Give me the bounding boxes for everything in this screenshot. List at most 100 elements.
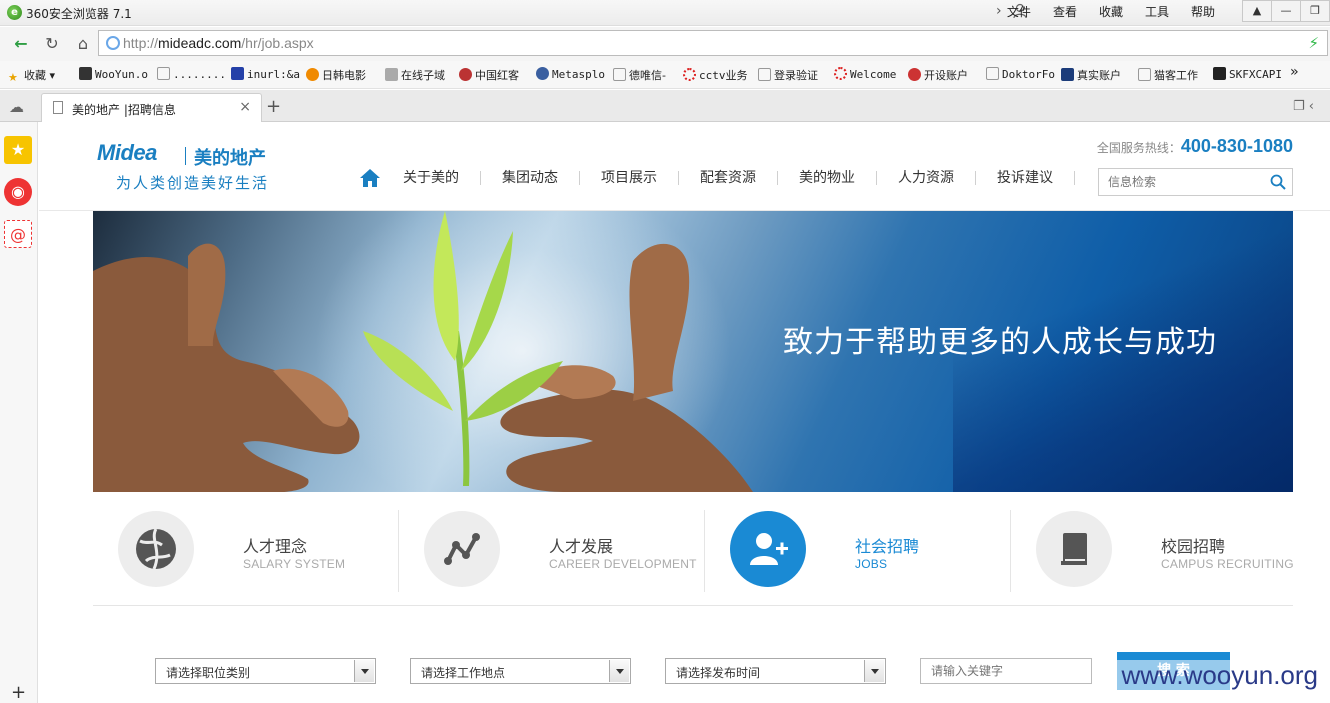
document-icon	[53, 101, 63, 114]
nav-about[interactable]: 关于美的	[403, 171, 481, 185]
logo-chinese-name: 美的地产	[194, 148, 266, 169]
home-icon[interactable]: ⌂	[72, 33, 94, 55]
nav-complaints[interactable]: 投诉建议	[976, 171, 1075, 185]
feature-subtitle: JOBS	[855, 557, 888, 571]
nav-projects[interactable]: 项目展示	[580, 171, 679, 185]
dropdown-arrow-icon[interactable]	[354, 660, 374, 682]
bookmark-item[interactable]: ........	[157, 67, 226, 81]
location-select[interactable]: 请选择工作地点	[410, 658, 631, 684]
site-search-input[interactable]	[1100, 170, 1264, 194]
close-icon[interactable]: ×	[239, 99, 251, 115]
star-icon: ★	[8, 71, 18, 84]
feature-icon-circle	[118, 511, 194, 587]
favorites-star-icon[interactable]: ★	[4, 136, 32, 164]
bookmark-item[interactable]: 在线子域	[385, 67, 445, 83]
cloud-icon[interactable]: ☁	[9, 98, 24, 116]
feature-jobs[interactable]: 社会招聘 JOBS	[705, 508, 1011, 594]
bookmark-item[interactable]: 登录验证	[758, 67, 818, 83]
tab-active[interactable]: 美的地产 |招聘信息 ×	[41, 93, 262, 123]
url-text[interactable]: http://mideadc.com/hr/job.aspx	[123, 35, 314, 51]
nav-news[interactable]: 集团动态	[481, 171, 580, 185]
bookmark-item[interactable]: SKFXCAPI	[1213, 67, 1282, 81]
keyword-input[interactable]	[921, 659, 1091, 683]
feature-talent-development[interactable]: 人才发展 CAREER DEVELOPMENT	[399, 508, 705, 594]
logo-slogan: 为人类创造美好生活	[116, 174, 270, 192]
hotline: 全国服务热线：400-830-1080	[1097, 136, 1293, 157]
feature-campus-recruiting[interactable]: 校园招聘 CAMPUS RECRUITING	[1011, 508, 1317, 594]
hotline-number: 400-830-1080	[1180, 136, 1293, 156]
email-icon[interactable]: @	[4, 220, 32, 248]
select-value: 请选择工作地点	[421, 666, 506, 680]
menu-help[interactable]: 帮助	[1180, 4, 1226, 20]
new-tab-button[interactable]: +	[266, 96, 281, 117]
dropdown-arrow-icon[interactable]	[864, 660, 884, 682]
tab-title: 美的地产 |招聘信息	[72, 103, 176, 117]
bookmark-item[interactable]: 中国红客	[459, 67, 519, 83]
site-header: Midea 美的地产 为人类创造美好生活 全国服务热线：400-830-1080…	[39, 122, 1330, 211]
bookmark-item[interactable]: Welcome	[834, 67, 896, 81]
navigation-bar: ← ↻ ⌂ http://mideadc.com/hr/job.aspx ⚡	[0, 27, 1330, 61]
globe-icon	[136, 528, 176, 570]
weibo-icon[interactable]: ◉	[4, 178, 32, 206]
menu-favorites[interactable]: 收藏	[1088, 4, 1134, 20]
tab-list-icon[interactable]: ❐ ‹	[1293, 99, 1314, 114]
minimize-button[interactable]: —	[1271, 0, 1301, 22]
maximize-button[interactable]: ❐	[1300, 0, 1330, 22]
midea-logo[interactable]: Midea 美的地产 为人类创造美好生活	[97, 140, 287, 196]
select-value: 请选择职位类别	[166, 666, 251, 680]
bookmark-item[interactable]: 猫客工作	[1138, 67, 1198, 83]
web-page: Midea 美的地产 为人类创造美好生活 全国服务热线：400-830-1080…	[39, 122, 1330, 703]
feature-tabs: 人才理念 SALARY SYSTEM 人才发展 CAREER DEVELOPME…	[93, 508, 1294, 606]
menu-tools[interactable]: 工具	[1134, 4, 1180, 20]
bookmark-item[interactable]: cctv业务	[683, 67, 748, 83]
lightning-icon[interactable]: ⚡	[1308, 34, 1319, 52]
hotline-label: 全国服务热线：	[1096, 141, 1181, 155]
window-controls: ▲ — ❐	[1242, 0, 1330, 22]
feature-title: 校园招聘	[1161, 537, 1226, 556]
feature-talent-philosophy[interactable]: 人才理念 SALARY SYSTEM	[93, 508, 399, 594]
address-bar[interactable]: http://mideadc.com/hr/job.aspx ⚡	[98, 30, 1328, 56]
bookmark-item[interactable]: 开设账户	[908, 67, 968, 83]
job-category-select[interactable]: 请选择职位类别	[155, 658, 376, 684]
feature-icon-circle	[424, 511, 500, 587]
title-bar: e 360安全浏览器 7.1 › 文件 查看 收藏 工具 帮助 ▲ — ❐	[0, 0, 1330, 26]
watermark: www.wooyun.org	[1117, 660, 1322, 691]
bookmark-item[interactable]: 真实账户	[1061, 67, 1121, 83]
nav-resources[interactable]: 配套资源	[679, 171, 778, 185]
growth-chart-icon	[444, 533, 480, 565]
bookmark-item[interactable]: 日韩电影	[306, 67, 366, 83]
bookmark-item[interactable]: WooYun.o	[79, 67, 148, 81]
bookmark-item[interactable]: Metasplo	[536, 67, 605, 81]
menu-file[interactable]: 文件	[996, 4, 1042, 20]
menu-view[interactable]: 查看	[1042, 4, 1088, 20]
feature-subtitle: CAREER DEVELOPMENT	[549, 557, 697, 571]
logo-divider	[185, 147, 186, 165]
tab-bar: ☁ 美的地产 |招聘信息 × + ❐ ‹	[0, 90, 1330, 123]
main-nav: 关于美的 集团动态 项目展示 配套资源 美的物业 人力资源 投诉建议	[359, 166, 1075, 190]
refresh-icon[interactable]: ↻	[41, 33, 63, 55]
bookmark-item[interactable]: DoktorFo	[986, 67, 1055, 81]
nav-property[interactable]: 美的物业	[778, 171, 877, 185]
publish-time-select[interactable]: 请选择发布时间	[665, 658, 886, 684]
feature-subtitle: SALARY SYSTEM	[243, 557, 346, 571]
home-icon[interactable]	[359, 168, 381, 188]
select-value: 请选择发布时间	[676, 666, 761, 680]
top-menu: 文件 查看 收藏 工具 帮助	[996, 4, 1226, 20]
add-sidebar-icon[interactable]: +	[11, 682, 26, 703]
pin-icon[interactable]: ▲	[1242, 0, 1272, 22]
back-arrow-icon[interactable]: ←	[10, 33, 32, 55]
search-icon[interactable]	[1270, 174, 1286, 190]
window-title: 360安全浏览器 7.1	[26, 7, 132, 21]
feature-icon-circle	[730, 511, 806, 587]
more-bookmarks-icon[interactable]: »	[1290, 64, 1298, 80]
bookmark-item[interactable]: inurl:&a	[231, 67, 300, 81]
dropdown-arrow-icon[interactable]	[609, 660, 629, 682]
feature-icon-circle	[1036, 511, 1112, 587]
site-search	[1098, 168, 1293, 196]
feature-title: 人才发展	[549, 537, 614, 556]
globe-icon	[106, 36, 120, 50]
feature-title: 人才理念	[243, 537, 308, 556]
bookmark-item[interactable]: 德唯信-	[613, 67, 666, 83]
nav-hr[interactable]: 人力资源	[877, 171, 976, 185]
bookmark-favorites[interactable]: ★ 收藏 ▾	[8, 67, 55, 84]
